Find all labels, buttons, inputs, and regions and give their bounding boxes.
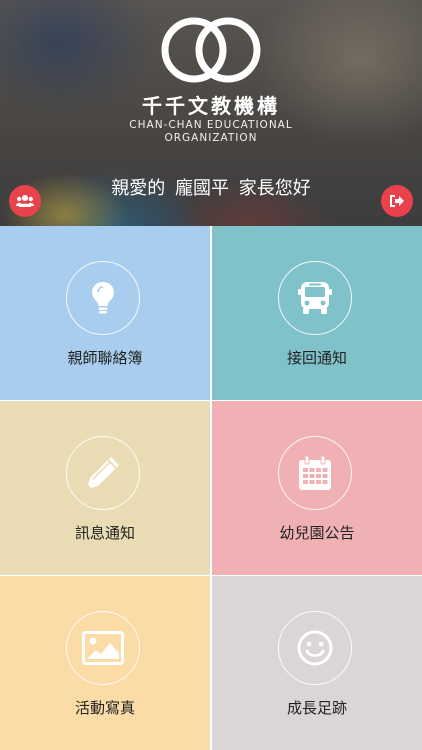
brand-subtitle-line1: CHAN-CHAN EDUCATIONAL [129,119,293,131]
lightbulb-icon [92,282,114,314]
greeting-suffix: 家長您好 [238,178,311,199]
smile-icon [297,630,333,666]
tile-label: 親師聯絡簿 [67,349,143,367]
logout-icon [390,195,404,207]
greeting-name: 龐國平 [175,178,229,199]
tile-label: 成長足跡 [286,699,347,717]
users-icon [16,195,34,207]
brand-name: 千千文教機構 [142,94,280,118]
tile-message-notice[interactable]: 訊息通知 [0,401,210,575]
tile-icon-circle [278,261,352,335]
tile-icon-circle [66,611,140,685]
tile-icon-circle [278,436,352,510]
tile-icon-circle [66,436,140,510]
tile-label: 接回通知 [286,349,347,367]
image-icon [82,631,124,665]
tile-label: 訊息通知 [74,524,135,542]
tile-label: 活動寫真 [74,699,135,717]
tile-icon-circle [66,261,140,335]
logo: 千千文教機構 CHAN-CHAN EDUCATIONAL ORGANIZATIO… [0,14,422,145]
tile-pickup-notice[interactable]: 接回通知 [212,226,422,400]
tile-icon-circle [278,611,352,685]
greeting: 親愛的 龐國平 家長您好 [0,174,422,200]
users-button[interactable] [9,185,41,217]
header-banner: 千千文教機構 CHAN-CHAN EDUCATIONAL ORGANIZATIO… [0,0,422,226]
calendar-icon [299,455,331,490]
tile-activity-photos[interactable]: 活動寫真 [0,576,210,750]
rings-logo-icon [161,17,261,83]
bus-icon [298,282,332,314]
tile-contact-book[interactable]: 親師聯絡簿 [0,226,210,400]
tile-growth-footprints[interactable]: 成長足跡 [212,576,422,750]
logout-button[interactable] [381,185,413,217]
brand-subtitle-line2: ORGANIZATION [164,132,258,144]
pencil-icon [87,457,119,489]
greeting-prefix: 親愛的 [111,178,166,199]
tile-label: 幼兒園公告 [279,524,355,542]
tile-kindergarten-announcement[interactable]: 幼兒園公告 [212,401,422,575]
menu-grid: 親師聯絡簿 接回通知 訊息通知 幼兒園公告 活動寫真 成長足跡 [0,226,422,750]
